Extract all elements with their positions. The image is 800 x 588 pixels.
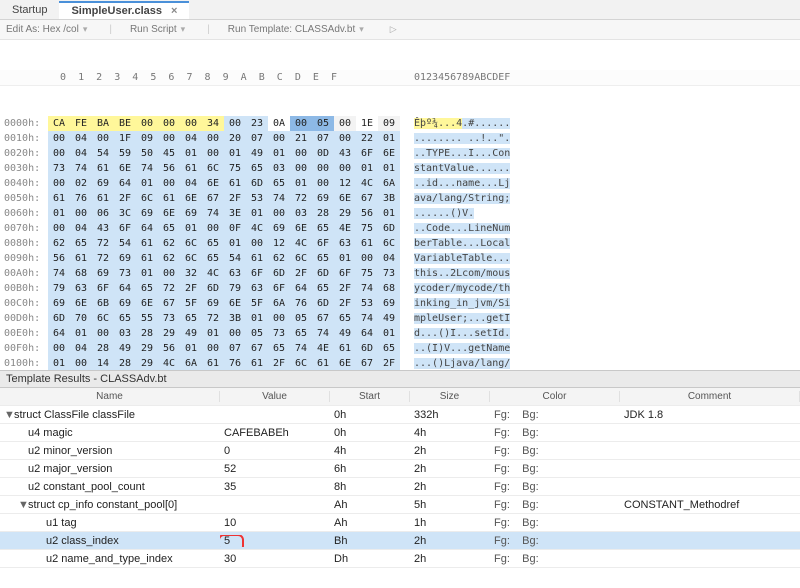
hex-row[interactable]: 00F0h:0004284929560100076765744E616D65..… (0, 341, 800, 356)
hex-row[interactable]: 0090h:5661726961626C655461626C65010004Va… (0, 251, 800, 266)
hex-row[interactable]: 0030h:7374616E7456616C7565030000000101st… (0, 161, 800, 176)
hex-row[interactable]: 0080h:6265725461626C650100124C6F63616Cbe… (0, 236, 800, 251)
template-results-header: Template Results - CLASSAdv.bt (0, 370, 800, 388)
run-script-dropdown[interactable]: Run Script▾ (130, 24, 189, 35)
hex-row[interactable]: 0070h:0004436F646501000F4C696E654E756D..… (0, 221, 800, 236)
hex-row[interactable]: 0010h:0004001F090004002007002107002201..… (0, 131, 800, 146)
tab-label: SimpleUser.class (71, 5, 162, 17)
table-row[interactable]: ▼struct cp_info constant_pool[0]Ah5hFg: … (0, 496, 800, 514)
table-row[interactable]: u2 major_version526h2hFg: Bg: (0, 460, 800, 478)
table-row[interactable]: u2 constant_pool_count358h2hFg: Bg: (0, 478, 800, 496)
close-icon[interactable]: × (171, 5, 177, 17)
table-row[interactable]: u2 class_index5Bh2hFg: Bg: (0, 532, 800, 550)
hex-column-header: 0 1 2 3 4 5 6 7 8 9 A B C D E F 01234567… (0, 70, 800, 86)
run-template-play-icon[interactable]: ▷ (386, 24, 401, 35)
run-template-dropdown[interactable]: Run Template: CLASSAdv.bt▾ (228, 24, 368, 35)
hex-row[interactable]: 00A0h:746869730100324C636F6D2F6D6F7573th… (0, 266, 800, 281)
hex-row[interactable]: 0100h:01001428294C6A6176612F6C616E672F..… (0, 356, 800, 370)
table-row[interactable]: u4 magicCAFEBABEh0h4hFg: Bg: (0, 424, 800, 442)
hex-row[interactable]: 0000h:CAFEBABE0000003400230A0005001E09Êþ… (0, 116, 800, 131)
hex-row[interactable]: 0050h:6176612F6C616E672F537472696E673Bav… (0, 191, 800, 206)
hex-row[interactable]: 00E0h:64010003282949010005736574496401d.… (0, 326, 800, 341)
table-row[interactable]: ▼struct ClassFile classFile0h332hFg: Bg:… (0, 406, 800, 424)
hex-viewer[interactable]: 0 1 2 3 4 5 6 7 8 9 A B C D E F 01234567… (0, 40, 800, 370)
template-results-table: Name Value Start Size Color Comment ▼str… (0, 388, 800, 568)
file-tabs: Startup SimpleUser.class × (0, 0, 800, 20)
hex-row[interactable]: 00C0h:696E6B696E675F696E5F6A766D2F5369in… (0, 296, 800, 311)
toolbar: Edit As: Hex /col▾ | Run Script▾ | Run T… (0, 20, 800, 40)
edit-as-dropdown[interactable]: Edit As: Hex /col▾ (6, 24, 91, 35)
table-header: Name Value Start Size Color Comment (0, 388, 800, 406)
hex-row[interactable]: 0040h:000269640100046E616D650100124C6A..… (0, 176, 800, 191)
hex-row[interactable]: 00D0h:6D706C65557365723B01000567657449mp… (0, 311, 800, 326)
hex-row[interactable]: 00B0h:79636F6465722F6D79636F64652F7468yc… (0, 281, 800, 296)
hex-row[interactable]: 0060h:0100063C696E69743E01000328295601..… (0, 206, 800, 221)
hex-row[interactable]: 0020h:0004545950450100014901000D436F6E..… (0, 146, 800, 161)
table-row[interactable]: u1 tag10Ah1hFg: Bg: (0, 514, 800, 532)
table-row[interactable]: u2 minor_version04h2hFg: Bg: (0, 442, 800, 460)
table-row[interactable]: u2 name_and_type_index30Dh2hFg: Bg: (0, 550, 800, 568)
tab-active-file[interactable]: SimpleUser.class × (59, 1, 189, 19)
tab-startup[interactable]: Startup (0, 2, 59, 18)
